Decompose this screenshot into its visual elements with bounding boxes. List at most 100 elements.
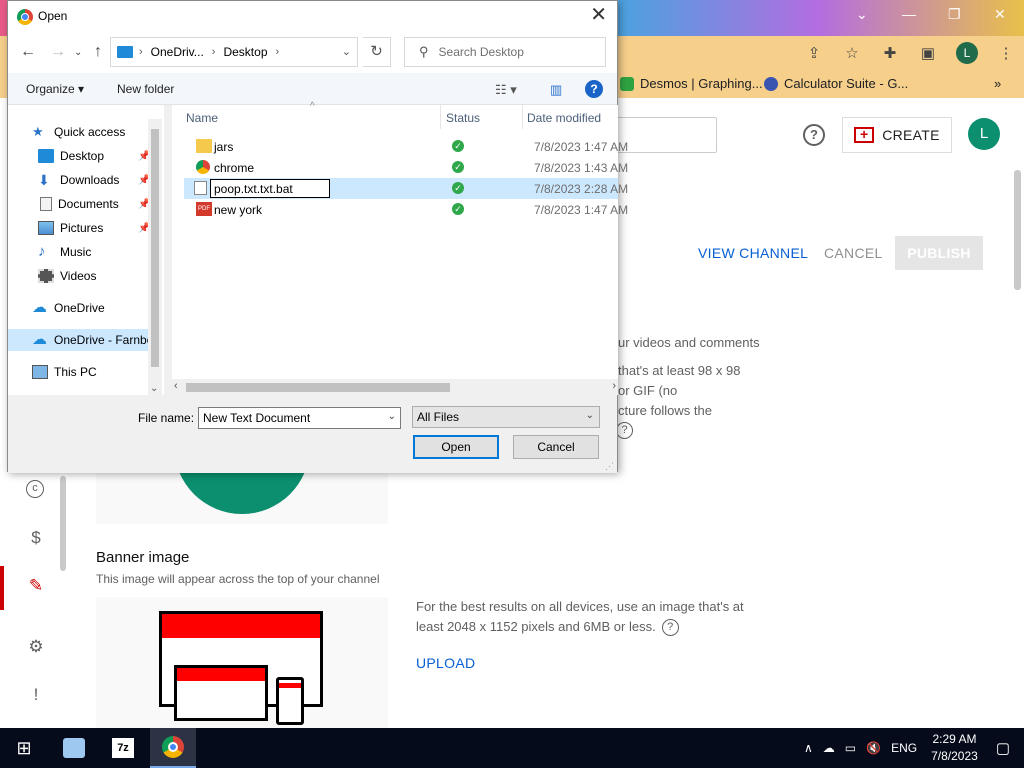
recent-locations-icon[interactable]: ⌄	[74, 47, 82, 58]
pin-icon: 📌	[138, 222, 148, 234]
show-hidden-icon[interactable]: ∧	[804, 741, 813, 755]
copyright-icon[interactable]: c	[26, 480, 44, 498]
column-date[interactable]: Date modified	[527, 111, 601, 125]
breadcrumb-onedrive[interactable]: OneDriv...	[151, 45, 204, 59]
file-row-new-york[interactable]: PDF new york ✓ 7/8/2023 1:47 AM	[184, 199, 628, 220]
rename-input[interactable]: poop.txt.txt.bat	[210, 179, 330, 198]
restore-icon[interactable]: ❐	[948, 6, 961, 23]
volume-muted-icon[interactable]: 🔇	[866, 741, 881, 755]
file-row-chrome[interactable]: chrome ✓ 7/8/2023 1:43 AM	[184, 157, 628, 178]
address-bar[interactable]: › OneDriv... › Desktop › ⌄	[110, 37, 358, 67]
extensions-icon[interactable]: ✚	[880, 43, 900, 63]
settings-gear-icon[interactable]: ⚙	[26, 637, 46, 657]
start-windows-icon[interactable]: ⊞	[0, 728, 48, 768]
menu-icon[interactable]: ⋮	[996, 43, 1016, 63]
bookmark-desmos[interactable]: Desmos | Graphing...	[620, 76, 763, 91]
chevron-right-icon[interactable]: ›	[276, 46, 280, 58]
view-channel-link[interactable]: VIEW CHANNEL	[698, 245, 808, 261]
banner-tip: For the best results on all devices, use…	[416, 599, 744, 614]
language-indicator[interactable]: ENG	[891, 741, 917, 755]
chevron-right-icon[interactable]: ›	[212, 46, 216, 58]
organize-menu[interactable]: Organize ▾	[26, 82, 84, 96]
picture-text: that's at least 98 x 98	[618, 363, 741, 378]
help-icon[interactable]: ?	[803, 124, 825, 146]
publish-button[interactable]: PUBLISH	[895, 236, 983, 270]
column-name[interactable]: Name	[186, 111, 218, 125]
cancel-button[interactable]: Cancel	[513, 435, 599, 459]
taskbar-app-icon[interactable]	[52, 728, 96, 768]
scroll-thumb[interactable]	[186, 383, 450, 392]
onedrive-tray-icon[interactable]: ☁	[823, 741, 835, 755]
column-divider[interactable]	[522, 105, 523, 129]
nav-documents[interactable]: Documents 📌	[38, 193, 148, 215]
minimize-icon[interactable]: —	[902, 6, 916, 22]
nav-videos[interactable]: Videos	[38, 265, 148, 287]
scroll-thumb[interactable]	[151, 129, 159, 367]
chevron-down-icon[interactable]: ⌄	[388, 411, 396, 422]
file-row-renaming[interactable]: poop.txt.txt.bat ✓ 7/8/2023 2:28 AM	[184, 178, 628, 199]
profile-avatar[interactable]: L	[956, 42, 978, 64]
nav-onedrive-farnbo[interactable]: ☁ OneDrive - Farnbo	[8, 329, 148, 351]
column-status[interactable]: Status	[446, 111, 480, 125]
network-icon[interactable]: ▭	[845, 741, 856, 755]
scroll-left-icon[interactable]: ‹	[174, 380, 178, 392]
breadcrumb-desktop[interactable]: Desktop	[223, 45, 267, 59]
notifications-icon[interactable]: ▢	[996, 739, 1010, 757]
nav-this-pc[interactable]: This PC	[32, 361, 148, 383]
refresh-icon[interactable]: ↻	[363, 37, 391, 67]
new-folder-button[interactable]: New folder	[117, 82, 174, 96]
cancel-link[interactable]: CANCEL	[824, 245, 883, 261]
chevron-right-icon[interactable]: ›	[139, 46, 143, 58]
file-type-value: All Files	[417, 410, 460, 424]
column-divider[interactable]	[440, 105, 441, 129]
forward-arrow-icon[interactable]: →	[50, 43, 66, 61]
scroll-down-icon[interactable]: ⌄	[150, 383, 158, 394]
resize-grip-icon[interactable]: ⋰	[605, 461, 614, 472]
close-icon[interactable]: ✕	[590, 5, 607, 25]
nav-pane-scrollbar[interactable]: ⌄	[148, 119, 162, 395]
nav-pictures[interactable]: Pictures 📌	[38, 217, 148, 239]
tab-search-icon[interactable]: ⌄	[856, 6, 868, 23]
file-name-field[interactable]: New Text Document ⌄	[198, 407, 401, 429]
sidepanel-icon[interactable]: ▣	[918, 43, 938, 63]
nav-quick-access[interactable]: ★ Quick access	[32, 121, 146, 143]
customization-icon[interactable]: ✎	[26, 576, 46, 596]
file-name: chrome	[214, 161, 255, 175]
chrome-taskbar-icon[interactable]	[150, 728, 196, 768]
feedback-icon[interactable]: !	[26, 685, 46, 705]
open-button[interactable]: Open	[413, 435, 499, 459]
nav-onedrive[interactable]: ☁ OneDrive	[32, 297, 148, 319]
rail-scrollbar[interactable]	[60, 476, 66, 571]
file-type-select[interactable]: All Files ⌄	[412, 406, 600, 428]
sort-up-icon: ^	[310, 101, 315, 112]
bookmark-calculator[interactable]: Calculator Suite - G...	[764, 76, 908, 91]
monetization-icon[interactable]: $	[26, 528, 46, 548]
location-icon	[117, 46, 133, 58]
search-input[interactable]: ⚲ Search Desktop	[404, 37, 606, 67]
create-button[interactable]: + CREATE	[842, 117, 952, 153]
clock[interactable]: 2:29 AM 7/8/2023	[931, 731, 978, 765]
channel-avatar[interactable]: L	[968, 118, 1000, 150]
back-arrow-icon[interactable]: ←	[20, 43, 36, 61]
nav-downloads[interactable]: ⬇ Downloads 📌	[38, 169, 148, 191]
page-scrollbar[interactable]	[1014, 170, 1021, 290]
nav-music[interactable]: ♪ Music	[38, 241, 148, 263]
info-icon[interactable]: ?	[616, 422, 633, 439]
7zip-icon[interactable]: 7z	[100, 728, 146, 768]
nav-desktop[interactable]: Desktop 📌	[38, 145, 148, 167]
bookmarks-overflow[interactable]: »	[994, 76, 1001, 91]
file-row-jars[interactable]: jars ✓ 7/8/2023 1:47 AM	[184, 136, 628, 157]
upload-link[interactable]: UPLOAD	[416, 655, 475, 671]
help-icon[interactable]: ?	[585, 80, 603, 98]
close-window-icon[interactable]: ✕	[994, 6, 1006, 23]
file-name-value: New Text Document	[203, 411, 311, 425]
share-icon[interactable]: ⇪	[804, 43, 824, 63]
bookmark-star-icon[interactable]: ☆	[842, 43, 862, 63]
up-arrow-icon[interactable]: ↑	[94, 43, 102, 61]
scroll-right-icon[interactable]: ›	[612, 380, 616, 392]
info-icon[interactable]: ?	[661, 619, 679, 637]
file-list-hscrollbar[interactable]: ‹ ›	[172, 379, 618, 395]
chevron-down-icon[interactable]: ⌄	[342, 45, 351, 58]
view-options-icon[interactable]: ☷ ▾	[495, 82, 517, 98]
preview-pane-icon[interactable]: ▥	[550, 82, 562, 98]
